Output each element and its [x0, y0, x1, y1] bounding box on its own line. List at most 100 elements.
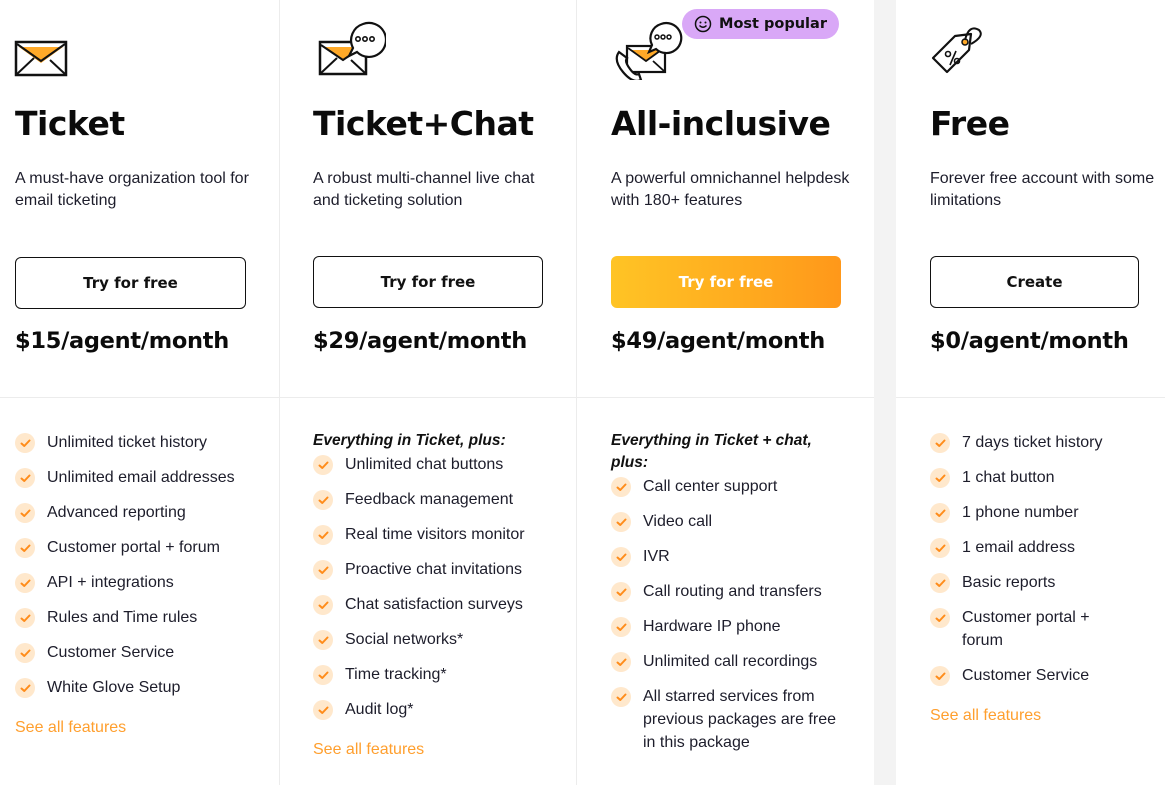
feature-item: IVR: [611, 545, 851, 568]
check-icon: [15, 503, 35, 523]
plan-price: $29/agent/month: [313, 328, 527, 354]
feature-label: Rules and Time rules: [47, 609, 198, 626]
feature-label: Call routing and transfers: [643, 583, 822, 600]
feature-item: Unlimited chat buttons: [313, 453, 573, 476]
smile-icon: [694, 15, 712, 33]
check-icon: [611, 512, 631, 532]
feature-item: Call center support: [611, 475, 851, 498]
plan-description: A must-have organization tool for email …: [15, 170, 249, 209]
feature-label: All starred services from previous packa…: [643, 688, 836, 751]
feature-label: Chat satisfaction surveys: [345, 596, 523, 613]
see-all-features-link[interactable]: See all features: [15, 719, 270, 737]
check-icon: [930, 666, 950, 686]
plan-title: Free: [930, 104, 1010, 143]
check-icon: [930, 503, 950, 523]
feature-item: Audit log*: [313, 698, 573, 721]
see-all-features-link[interactable]: See all features: [930, 707, 1115, 725]
try-for-free-button[interactable]: Try for free: [313, 256, 543, 308]
feature-item: 7 days ticket history: [930, 431, 1115, 454]
most-popular-badge: Most popular: [682, 9, 839, 39]
check-icon: [313, 455, 333, 475]
check-icon: [611, 652, 631, 672]
feature-item: Unlimited ticket history: [15, 431, 270, 454]
feature-item: Unlimited email addresses: [15, 466, 270, 489]
badge-label: Most popular: [719, 16, 827, 32]
feature-label: 1 chat button: [962, 469, 1055, 486]
feature-label: Customer Service: [47, 644, 175, 661]
create-button[interactable]: Create: [930, 256, 1139, 308]
try-for-free-button[interactable]: Try for free: [611, 256, 841, 308]
see-all-features-link[interactable]: See all features: [313, 741, 573, 759]
feature-item: Real time visitors monitor: [313, 523, 573, 546]
check-icon: [15, 608, 35, 628]
feature-label: Customer portal + forum: [47, 539, 220, 556]
check-icon: [930, 608, 950, 628]
feature-label: White Glove Setup: [47, 679, 181, 696]
price-tag-icon: [931, 27, 982, 74]
feature-item: Feedback management: [313, 488, 573, 511]
plan-price: $0/agent/month: [930, 328, 1129, 354]
plan-description: Forever free account with some limitatio…: [930, 170, 1155, 209]
feature-label: Video call: [643, 513, 713, 530]
check-icon: [313, 490, 333, 510]
plan-title: Ticket+Chat: [313, 104, 534, 143]
feature-item: Video call: [611, 510, 851, 533]
envelope-chat-icon: [318, 21, 386, 76]
try-for-free-button[interactable]: Try for free: [15, 257, 246, 309]
feature-item: API + integrations: [15, 571, 270, 594]
check-icon: [15, 433, 35, 453]
see-all-features-item: See all features: [930, 707, 1115, 725]
feature-label: 1 email address: [962, 539, 1075, 556]
plan-description: A robust multi-channel live chat and tic…: [313, 170, 535, 209]
feature-item: Customer portal + forum: [930, 606, 1115, 652]
feature-label: Proactive chat invitations: [345, 561, 522, 578]
feature-label: Call center support: [643, 478, 778, 495]
feature-label: Unlimited chat buttons: [345, 456, 504, 473]
feature-label: Real time visitors monitor: [345, 526, 525, 543]
check-icon: [930, 573, 950, 593]
feature-label: Time tracking*: [345, 666, 447, 683]
feature-item: Call routing and transfers: [611, 580, 851, 603]
plan-title: All-inclusive: [611, 104, 831, 143]
feature-item: 1 chat button: [930, 466, 1115, 489]
feature-item: Hardware IP phone: [611, 615, 851, 638]
feature-list: Unlimited ticket history Unlimited email …: [15, 431, 270, 737]
feature-label: Feedback management: [345, 491, 514, 508]
divider: [896, 397, 1165, 398]
check-icon: [313, 560, 333, 580]
divider: [0, 397, 874, 398]
see-all-features-item: See all features: [15, 719, 270, 737]
plan-price: $49/agent/month: [611, 328, 825, 354]
feature-item: All starred services from previous packa…: [611, 685, 851, 754]
feature-item: Customer portal + forum: [15, 536, 270, 559]
feature-item: Customer Service: [15, 641, 270, 664]
see-all-features-item: See all features: [313, 741, 573, 759]
envelope-chat-phone-icon: [615, 21, 683, 80]
check-icon: [930, 538, 950, 558]
check-icon: [611, 477, 631, 497]
plan-description: A powerful omnichannel helpdesk with 180…: [611, 170, 850, 209]
feature-label: API + integrations: [47, 574, 174, 591]
check-icon: [313, 665, 333, 685]
feature-item: Customer Service: [930, 664, 1115, 687]
feature-item: 1 phone number: [930, 501, 1115, 524]
check-icon: [15, 678, 35, 698]
column-gap: [874, 0, 896, 785]
check-icon: [930, 468, 950, 488]
plan-price: $15/agent/month: [15, 328, 229, 354]
check-icon: [611, 687, 631, 707]
feature-label: Customer Service: [962, 667, 1090, 684]
feature-label: IVR: [643, 548, 670, 565]
feature-item: Time tracking*: [313, 663, 573, 686]
feature-label: Basic reports: [962, 574, 1056, 591]
feature-label: Unlimited call recordings: [643, 653, 818, 670]
feature-label: Audit log*: [345, 701, 414, 718]
envelope-icon: [14, 40, 68, 77]
feature-label: Advanced reporting: [47, 504, 186, 521]
feature-label: Customer portal + forum: [962, 609, 1090, 649]
feature-list: 7 days ticket history 1 chat button 1 phon…: [930, 431, 1115, 725]
feature-label: Unlimited email addresses: [47, 469, 235, 486]
feature-item: Chat satisfaction surveys: [313, 593, 573, 616]
check-icon: [611, 547, 631, 567]
plan-title: Ticket: [15, 104, 125, 143]
